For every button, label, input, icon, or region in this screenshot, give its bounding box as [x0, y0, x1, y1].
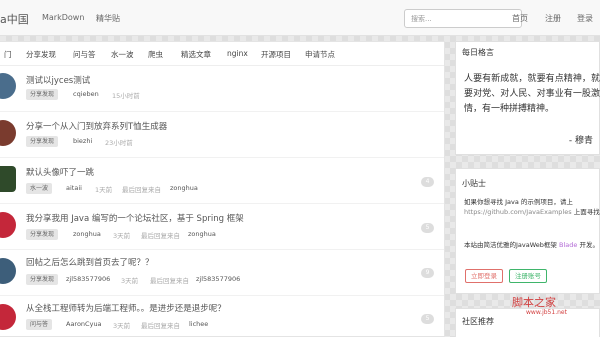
- topic-row[interactable]: 从全栈工程师转为后端工程师。。是进步还是退步呢？ 问与答 AaronCyua 3…: [0, 296, 444, 337]
- reply-count-badge[interactable]: 9: [421, 268, 434, 278]
- avatar[interactable]: [0, 73, 16, 99]
- tips-title: 小贴士: [462, 179, 486, 188]
- login-now-button[interactable]: 立即登录: [465, 269, 503, 283]
- tab-prev[interactable]: 门: [4, 49, 12, 60]
- daily-quote-text: 人要有新成就，就要有点精神，就要对党、对人民、对事业有一股激情，有一种拼搏精神。: [464, 74, 600, 114]
- tips-text-1: 如果你想寻找 Java 的示例项目，请上 https://github.com/…: [464, 197, 600, 217]
- avatar[interactable]: [0, 120, 16, 146]
- tab-open-source[interactable]: 开源项目: [261, 49, 291, 60]
- topic-time: 3天前: [113, 322, 131, 330]
- last-reply-label: 最后回复来自: [141, 322, 180, 330]
- reply-count-badge[interactable]: 5: [421, 314, 434, 324]
- topic-author[interactable]: zjl583577906: [66, 275, 110, 283]
- nav-link-home[interactable]: 首页: [512, 13, 528, 24]
- node-badge[interactable]: 分享发现: [26, 136, 59, 147]
- tips-panel: 小贴士 如果你想寻找 Java 的示例项目，请上 https://github.…: [455, 168, 600, 294]
- node-badge[interactable]: 水一波: [26, 183, 53, 194]
- tab-nginx[interactable]: nginx: [227, 49, 248, 58]
- tab-selected-articles[interactable]: 精选文章: [181, 49, 211, 60]
- tab-water[interactable]: 水一波: [111, 49, 134, 60]
- topic-row[interactable]: 回帖之后怎么跳到首页去了呢？？ 分享发现 zjl583577906 3天前 最后…: [0, 250, 444, 296]
- avatar[interactable]: [0, 212, 16, 238]
- topic-author[interactable]: cqieben: [73, 90, 99, 98]
- last-reply-label: 最后回复来自: [122, 186, 161, 194]
- topic-time: 23小时前: [105, 139, 133, 147]
- last-reply-label: 最后回复来自: [141, 232, 180, 240]
- avatar[interactable]: [0, 258, 16, 284]
- tab-crawler[interactable]: 爬虫: [148, 49, 163, 60]
- topic-title[interactable]: 分享一个从入门到放弃系列T恤生成器: [26, 120, 167, 132]
- topic-author[interactable]: aitaii: [66, 184, 82, 192]
- nav-link-markdown[interactable]: MarkDown: [42, 13, 84, 22]
- tips-text-2: 本站由简洁优雅的JavaWeb框架 Blade 开发。: [464, 240, 600, 250]
- nav-link-login[interactable]: 登录: [577, 13, 593, 24]
- tips-line-1b: 上面寻找。: [573, 208, 600, 216]
- watermark-url: www.jb51.net: [526, 309, 567, 316]
- topic-title[interactable]: 回帖之后怎么跳到首页去了呢？？: [26, 256, 154, 268]
- topic-title[interactable]: 从全栈工程师转为后端工程师。。是进步还是退步呢？: [26, 302, 226, 314]
- avatar[interactable]: [0, 304, 16, 330]
- topic-author[interactable]: biezhi: [73, 137, 92, 145]
- reply-count-badge[interactable]: 5: [421, 223, 434, 233]
- daily-quote-signature: - 穆青: [568, 136, 593, 146]
- tips-line-2b: 开发。: [579, 241, 599, 249]
- watermark-text: 脚本之家: [512, 296, 556, 309]
- node-badge[interactable]: 问与答: [26, 319, 53, 330]
- topic-time: 15小时前: [112, 92, 140, 100]
- reply-count-badge[interactable]: 4: [421, 177, 434, 187]
- last-reply-user[interactable]: lichee: [189, 320, 208, 328]
- last-reply-user[interactable]: zonghua: [188, 230, 216, 238]
- tips-line-2a: 本站由简洁优雅的JavaWeb框架: [464, 241, 557, 249]
- tab-qa[interactable]: 问与答: [73, 49, 96, 60]
- node-badge[interactable]: 分享发现: [26, 89, 59, 100]
- daily-quote-title: 每日格言: [462, 48, 494, 57]
- topic-title[interactable]: 我分享我用 Java 编写的一个论坛社区，基于 Spring 框架: [26, 212, 244, 224]
- topic-title[interactable]: 测试以jyces测试: [26, 74, 90, 86]
- topic-time: 3天前: [121, 277, 139, 285]
- topic-title[interactable]: 默认头像吓了一跳: [26, 166, 94, 178]
- last-reply-label: 最后回复来自: [150, 277, 189, 285]
- node-badge[interactable]: 分享发现: [26, 229, 59, 240]
- topic-row[interactable]: 测试以jyces测试 分享发现 cqieben 15小时前: [0, 66, 444, 112]
- register-account-button[interactable]: 注册账号: [509, 269, 547, 283]
- last-reply-user[interactable]: zonghua: [170, 184, 198, 192]
- nav-link-featured[interactable]: 精华贴: [96, 13, 120, 24]
- topic-author[interactable]: zonghua: [73, 230, 101, 238]
- nav-link-register[interactable]: 注册: [545, 13, 561, 24]
- topic-row[interactable]: 我分享我用 Java 编写的一个论坛社区，基于 Spring 框架 分享发现 z…: [0, 204, 444, 250]
- top-navbar: a中国 MarkDown 精华贴 首页 注册 登录: [0, 0, 600, 36]
- search-input[interactable]: [404, 9, 522, 28]
- topic-row[interactable]: 分享一个从入门到放弃系列T恤生成器 分享发现 biezhi 23小时前: [0, 112, 444, 158]
- tips-line-1: 如果你想寻找 Java 的示例项目，请上: [464, 198, 573, 206]
- blade-link[interactable]: Blade: [559, 241, 577, 249]
- site-logo[interactable]: a中国: [0, 11, 29, 27]
- topic-time: 3天前: [113, 232, 131, 240]
- topic-row[interactable]: 默认头像吓了一跳 水一波 aitaii 1天前 最后回复来自 zonghua 4: [0, 158, 444, 204]
- topic-list-panel: 门 分享发现 问与答 水一波 爬虫 精选文章 nginx 开源项目 申请节点 测…: [0, 41, 445, 337]
- daily-quote-panel: 每日格言 人要有新成就，就要有点精神，就要对党、对人民、对事业有一股激情，有一种…: [455, 41, 600, 155]
- node-badge[interactable]: 分享发现: [26, 274, 59, 285]
- community-title: 社区推荐: [462, 317, 494, 326]
- watermark: 脚本之家 www.jb51.net: [512, 294, 592, 320]
- github-link[interactable]: https://github.com/JavaExamples: [464, 208, 572, 216]
- tab-apply-node[interactable]: 申请节点: [305, 49, 335, 60]
- avatar[interactable]: [0, 166, 16, 192]
- topic-author[interactable]: AaronCyua: [66, 320, 102, 328]
- last-reply-user[interactable]: zjl583577906: [196, 275, 240, 283]
- node-tabs: 门 分享发现 问与答 水一波 爬虫 精选文章 nginx 开源项目 申请节点: [0, 42, 444, 66]
- tab-share[interactable]: 分享发现: [26, 49, 56, 60]
- topic-time: 1天前: [95, 186, 113, 194]
